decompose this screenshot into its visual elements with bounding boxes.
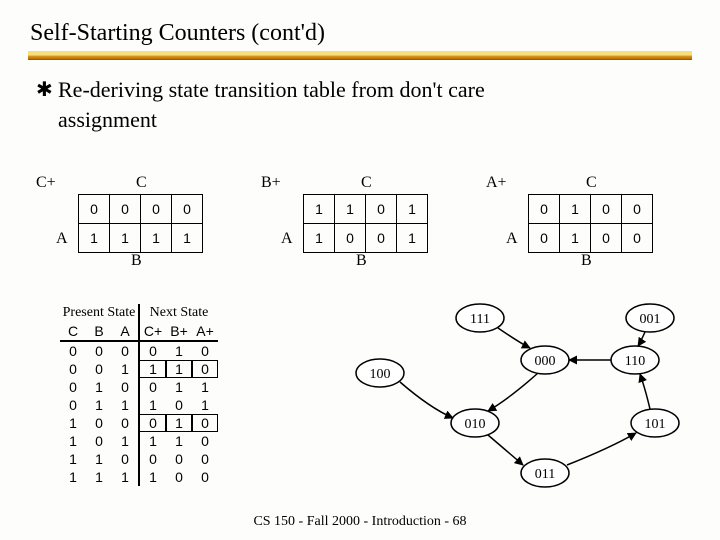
svg-text:101: 101: [645, 417, 666, 432]
stt-group-left: Present State: [60, 304, 139, 322]
table-row: 011101: [60, 396, 218, 414]
kmap-a-label: A: [506, 230, 518, 248]
state-node: 101: [631, 409, 679, 437]
kmap-b-label: B: [356, 252, 367, 270]
bullet-text-1: Re-deriving state transition table from …: [58, 77, 485, 102]
edge: [638, 332, 645, 346]
state-node: 111: [456, 304, 504, 332]
kmap-c-label: C: [361, 174, 372, 192]
bullet-icon: ✱: [36, 77, 58, 102]
kmap-grid: 0100 0100: [528, 194, 653, 253]
edge: [488, 373, 538, 411]
kmap-b-label: B: [581, 252, 592, 270]
edge: [488, 435, 523, 465]
state-node: 110: [611, 346, 659, 374]
svg-text:000: 000: [535, 354, 556, 369]
kmap-grid: 1101 1001: [303, 194, 428, 253]
table-row: 100010: [60, 414, 218, 432]
bullet-1b: assignment: [0, 107, 720, 137]
kmap-output-label: A+: [486, 174, 507, 192]
table-row: 110000: [60, 450, 218, 468]
table-row: 010011: [60, 378, 218, 396]
svg-text:001: 001: [640, 312, 661, 327]
state-node: 100: [356, 359, 404, 387]
state-node: 001: [626, 304, 674, 332]
page-title: Self-Starting Counters (cont'd): [0, 0, 720, 51]
svg-text:110: 110: [625, 354, 645, 369]
svg-text:100: 100: [370, 367, 391, 382]
table-row: 101110: [60, 432, 218, 450]
edge: [640, 374, 650, 409]
kmap-c-label: C: [136, 174, 147, 192]
kmap-output-label: B+: [261, 174, 281, 192]
table-row: 000010: [60, 341, 218, 360]
table-row: 111100: [60, 468, 218, 486]
bullet-1: ✱Re-deriving state transition table from…: [0, 77, 720, 107]
edge: [567, 433, 636, 465]
kmap-row: C+ C A B 0000 1111 B+ C A B 1101 1001 A+…: [36, 170, 686, 290]
kmap-output-label: C+: [36, 174, 56, 192]
table-row: 001110: [60, 360, 218, 378]
kmap-grid: 0000 1111: [78, 194, 203, 253]
stt-group-right: Next State: [139, 304, 218, 322]
svg-text:011: 011: [535, 467, 555, 482]
kmap-b-label: B: [131, 252, 142, 270]
footer: CS 150 - Fall 2000 - Introduction - 68: [0, 514, 720, 530]
kmap-c-label: C: [586, 174, 597, 192]
state-node: 010: [451, 409, 499, 437]
svg-text:111: 111: [470, 312, 490, 327]
kmap-a-label: A: [56, 230, 68, 248]
bullet-text-2: assignment: [58, 107, 157, 132]
state-node: 000: [521, 346, 569, 374]
title-underline: [28, 51, 692, 59]
svg-text:010: 010: [465, 417, 486, 432]
edge: [400, 382, 453, 418]
state-diagram: 100 111 001 000 110 010 101 011: [320, 298, 690, 498]
kmap-a-label: A: [281, 230, 293, 248]
state-transition-table: Present State Next State CBA C+B+A+ 0000…: [60, 304, 218, 486]
edge: [498, 328, 530, 348]
state-node: 011: [521, 459, 569, 487]
